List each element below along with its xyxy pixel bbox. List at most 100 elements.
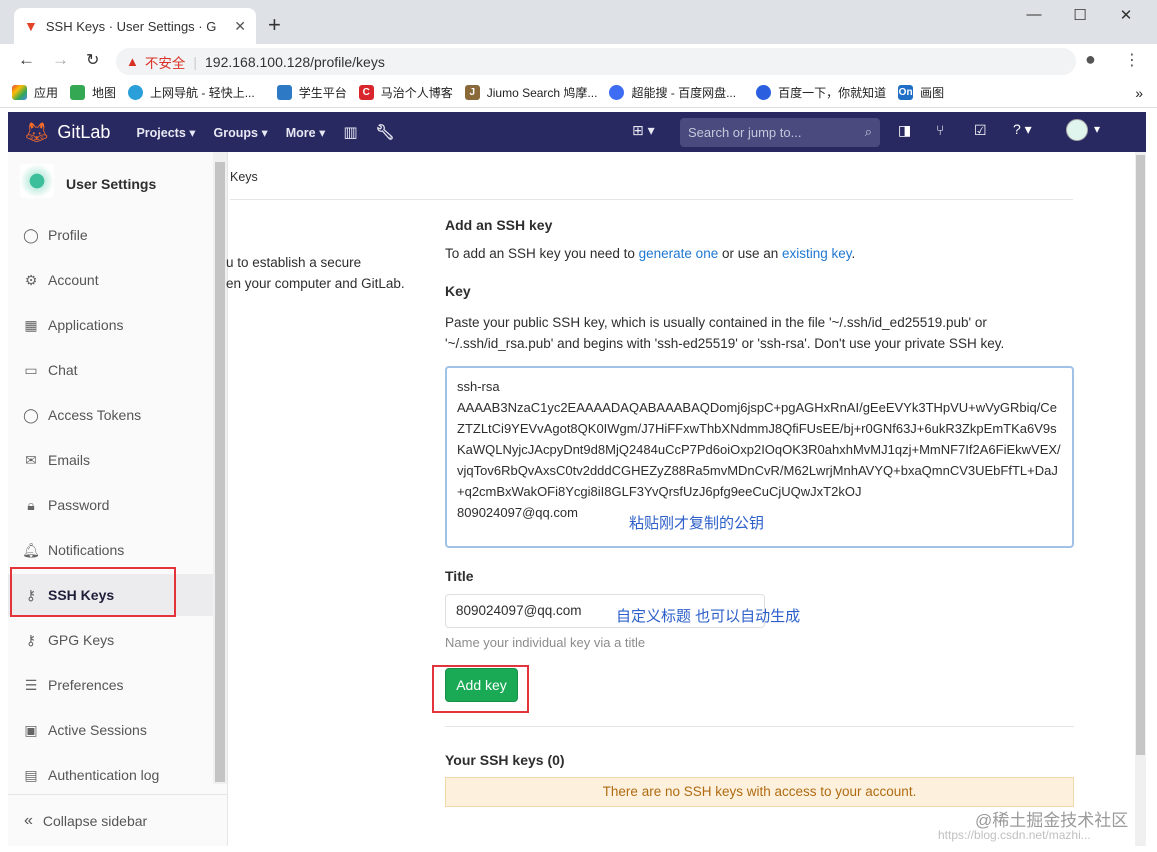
- avatar-chevron-icon[interactable]: ▾: [1094, 122, 1100, 136]
- nav-projects[interactable]: Projects ▾: [136, 125, 195, 140]
- lock-icon: 🔒︎: [27, 496, 35, 513]
- menu-icon[interactable]: ⋮: [1124, 50, 1140, 70]
- key-icon: ⚷: [25, 631, 37, 648]
- back-icon[interactable]: ←: [18, 50, 35, 70]
- bookmark-baidu[interactable]: 百度一下，你就知道: [756, 84, 886, 101]
- bookmark-jiumo[interactable]: J Jiumo Search 鸠摩...: [464, 84, 598, 101]
- browser-tab[interactable]: ▼ SSH Keys · User Settings · GitL... ✕: [14, 8, 256, 44]
- merge-request-icon[interactable]: ⑂: [936, 122, 944, 138]
- bookmark-apps[interactable]: 应用: [12, 84, 58, 101]
- existing-key-link[interactable]: existing key: [782, 246, 852, 261]
- forward-icon[interactable]: →: [52, 50, 69, 70]
- sidebar-item-password[interactable]: 🔒︎ Password: [8, 484, 213, 526]
- help-icon[interactable]: ? ▾: [1013, 121, 1032, 138]
- bookmark-label: 百度一下，你就知道: [778, 86, 887, 100]
- sidebar-item-account[interactable]: ⚙ Account: [8, 259, 213, 301]
- sidebar-item-applications[interactable]: ▦ Applications: [8, 304, 213, 346]
- sidebar-item-label: Account: [48, 272, 99, 288]
- jiumo-icon: J: [464, 85, 480, 100]
- activity-chart-icon[interactable]: ▥: [343, 123, 357, 141]
- sidebar-item-label: Notifications: [48, 542, 125, 558]
- bookmark-nav[interactable]: 上网导航 - 轻快上...: [128, 84, 255, 101]
- bookmark-student[interactable]: 学生平台: [276, 84, 347, 101]
- edge-icon: [128, 85, 144, 100]
- gitlab-logo-icon[interactable]: 🦊︎: [24, 120, 49, 145]
- key-label: Key: [445, 283, 471, 299]
- window-edge: [0, 152, 8, 852]
- new-tab-button[interactable]: +: [268, 12, 281, 38]
- title-value: 809024097@qq.com: [456, 603, 582, 618]
- sidebar-item-emails[interactable]: ✉ Emails: [8, 439, 213, 481]
- bookmark-label: 地图: [92, 86, 117, 100]
- sidebar-item-gpg-keys[interactable]: ⚷ GPG Keys: [8, 619, 213, 661]
- gitlab-brand[interactable]: GitLab: [57, 122, 110, 143]
- sidebar-item-preferences[interactable]: ☰ Preferences: [8, 664, 213, 706]
- divider: |: [193, 53, 198, 70]
- account-icon: ⚙: [24, 271, 38, 288]
- issues-icon[interactable]: ◨: [898, 122, 911, 139]
- search-placeholder: Search or jump to...: [688, 125, 802, 140]
- intro-text: .: [851, 246, 856, 261]
- bookmark-label: 应用: [34, 86, 59, 100]
- bookmark-chaoneng[interactable]: 超能搜 - 百度网盘...: [609, 84, 736, 101]
- nav-groups[interactable]: Groups ▾: [214, 125, 268, 140]
- sidebar-scroll-thumb[interactable]: [215, 162, 225, 782]
- breadcrumb[interactable]: Keys: [230, 170, 258, 184]
- bookmark-label: 马治个人博客: [380, 86, 453, 100]
- grid-icon: ▦: [24, 316, 38, 333]
- draw-icon: On: [898, 85, 914, 100]
- search-input[interactable]: Search or jump to... ⌕: [680, 118, 880, 147]
- admin-wrench-icon[interactable]: 🔧︎: [376, 123, 395, 141]
- close-window-button[interactable]: ✕: [1103, 6, 1149, 24]
- sidebar-item-chat[interactable]: ▭ Chat: [8, 349, 213, 391]
- sidebar-item-active-sessions[interactable]: ▣ Active Sessions: [8, 709, 213, 751]
- nav-label: Groups: [213, 125, 258, 140]
- bell-icon: 🔔︎: [22, 541, 40, 558]
- bookmark-blog[interactable]: C 马治个人博客: [358, 84, 453, 101]
- form-heading: Add an SSH key: [445, 217, 553, 233]
- intro-text: or use an: [718, 246, 783, 261]
- collapse-sidebar-button[interactable]: « Collapse sidebar: [8, 794, 227, 846]
- reload-icon[interactable]: ↻: [86, 50, 99, 70]
- key-value: ssh-rsa AAAAB3NzaC1yc2EAAAADAQABAAABAQDo…: [457, 379, 1061, 520]
- gitlab-favicon-icon: ▼: [24, 18, 38, 34]
- todo-icon[interactable]: ☑: [974, 122, 987, 139]
- sidebar-item-label: Password: [48, 497, 110, 513]
- generate-one-link[interactable]: generate one: [639, 246, 719, 261]
- monitor-icon: ▣: [24, 721, 38, 738]
- gitlab-navbar: 🦊︎ GitLab Projects ▾ Groups ▾ More ▾ ▥ 🔧…: [8, 112, 1146, 152]
- browser-tabstrip: ▼ SSH Keys · User Settings · GitL... ✕ +…: [0, 0, 1157, 44]
- minimize-button[interactable]: —: [1011, 6, 1057, 23]
- address-bar[interactable]: ▲ 不安全 | 192.168.100.128/profile/keys: [116, 48, 1076, 75]
- plus-icon[interactable]: ⊞ ▾: [632, 122, 655, 139]
- avatar[interactable]: [1066, 119, 1088, 141]
- title-help-text: Name your individual key via a title: [445, 635, 646, 650]
- profile-icon[interactable]: ●: [1085, 49, 1096, 70]
- sliders-icon: ☰: [24, 676, 38, 693]
- sidebar-item-authentication-log[interactable]: ▤ Authentication log: [8, 754, 213, 796]
- chaoneng-icon: [609, 85, 625, 100]
- nav-label: More: [285, 125, 316, 140]
- maximize-button[interactable]: ☐: [1057, 6, 1103, 24]
- sidebar-item-profile[interactable]: ◯ Profile: [8, 214, 213, 256]
- sidebar-header[interactable]: User Settings: [66, 176, 156, 192]
- bookmark-map[interactable]: 地图: [70, 84, 116, 101]
- chat-icon: ▭: [24, 361, 38, 378]
- more-bookmarks-icon[interactable]: »: [1135, 85, 1143, 101]
- url-text: 192.168.100.128/profile/keys: [205, 53, 385, 70]
- divider: [445, 726, 1074, 727]
- your-keys-heading: Your SSH keys (0): [445, 752, 565, 768]
- mail-icon: ✉: [25, 451, 37, 468]
- log-icon: ▤: [24, 766, 38, 783]
- map-icon: [70, 85, 86, 100]
- sidebar-item-access-tokens[interactable]: ◯ Access Tokens: [8, 394, 213, 436]
- bookmark-label: Jiumo Search 鸠摩...: [486, 86, 598, 100]
- apps-icon: [12, 85, 27, 100]
- close-tab-icon[interactable]: ✕: [234, 18, 246, 35]
- bookmark-draw[interactable]: On 画图: [898, 84, 944, 101]
- page-scroll-thumb[interactable]: [1136, 155, 1145, 755]
- double-chevron-left-icon: «: [24, 811, 33, 829]
- sidebar-item-notifications[interactable]: 🔔︎ Notifications: [8, 529, 213, 571]
- collapse-label: Collapse sidebar: [42, 812, 148, 829]
- nav-more[interactable]: More ▾: [286, 125, 326, 140]
